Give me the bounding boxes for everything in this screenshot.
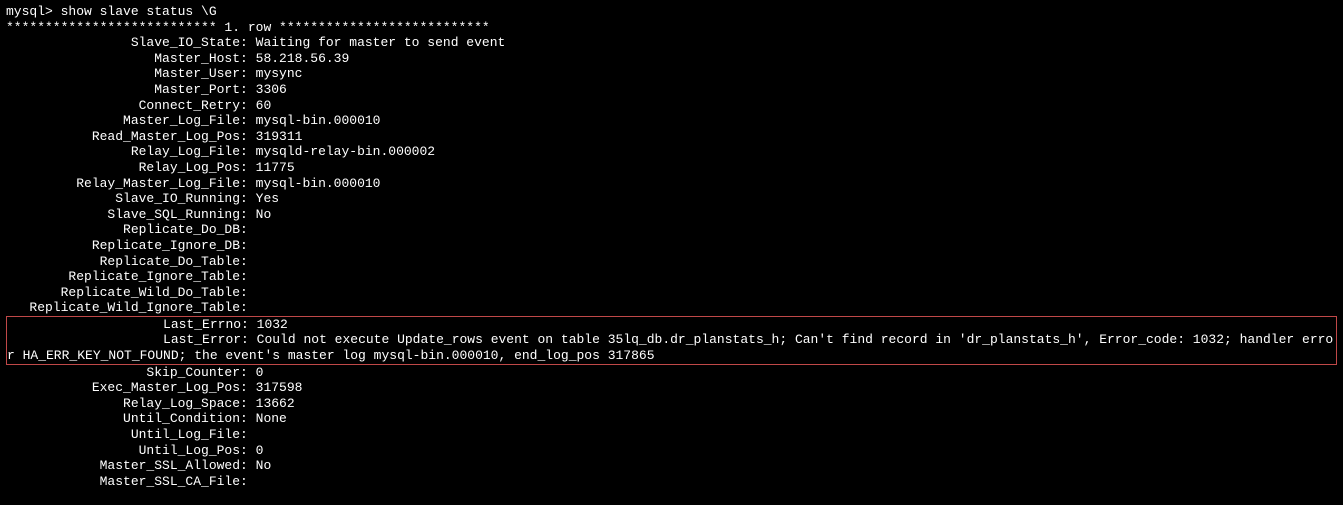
status-label: Master_Log_File <box>6 113 240 128</box>
status-row-replicate_do_db: Replicate_Do_DB: <box>6 222 1337 238</box>
status-label: Read_Master_Log_Pos <box>6 129 240 144</box>
status-label: Master_User <box>6 66 240 81</box>
mysql-prompt: mysql> show slave status \G <box>6 4 1337 20</box>
status-label: Master_SSL_CA_File <box>6 474 240 489</box>
status-row-last_errno: Last_Errno: 1032 <box>7 317 1336 333</box>
status-value: mysql-bin.000010 <box>256 113 381 128</box>
status-row-until_log_file: Until_Log_File: <box>6 427 1337 443</box>
status-label: Relay_Log_File <box>6 144 240 159</box>
status-row-replicate_ignore_table: Replicate_Ignore_Table: <box>6 269 1337 285</box>
status-value: 319311 <box>256 129 303 144</box>
status-label: Replicate_Do_DB <box>6 222 240 237</box>
status-row-relay_master_log_file: Relay_Master_Log_File: mysql-bin.000010 <box>6 176 1337 192</box>
status-value: 60 <box>256 98 272 113</box>
status-label: Replicate_Wild_Do_Table <box>6 285 240 300</box>
status-row-slave_io_state: Slave_IO_State: Waiting for master to se… <box>6 35 1337 51</box>
status-row-master_host: Master_Host: 58.218.56.39 <box>6 51 1337 67</box>
status-label: Relay_Master_Log_File <box>6 176 240 191</box>
status-value: 3306 <box>256 82 287 97</box>
status-label: Replicate_Wild_Ignore_Table <box>6 300 240 315</box>
status-row-relay_log_pos: Relay_Log_Pos: 11775 <box>6 160 1337 176</box>
status-label: Relay_Log_Space <box>6 396 240 411</box>
status-row-replicate_do_table: Replicate_Do_Table: <box>6 254 1337 270</box>
row-header: *************************** 1. row *****… <box>6 20 1337 36</box>
status-label: Replicate_Ignore_Table <box>6 269 240 284</box>
status-row-slave_io_running: Slave_IO_Running: Yes <box>6 191 1337 207</box>
status-label: Replicate_Do_Table <box>6 254 240 269</box>
status-row-skip_counter: Skip_Counter: 0 <box>6 365 1337 381</box>
status-row-until_log_pos: Until_Log_Pos: 0 <box>6 443 1337 459</box>
status-value: No <box>256 207 272 222</box>
status-row-relay_log_space: Relay_Log_Space: 13662 <box>6 396 1337 412</box>
status-label: Until_Log_Pos <box>6 443 240 458</box>
status-row-master_ssl_ca_file: Master_SSL_CA_File: <box>6 474 1337 490</box>
status-value: Waiting for master to send event <box>256 35 506 50</box>
status-row-replicate_wild_do_table: Replicate_Wild_Do_Table: <box>6 285 1337 301</box>
status-label: Until_Condition <box>6 411 240 426</box>
status-value: No <box>256 458 272 473</box>
status-row-master_log_file: Master_Log_File: mysql-bin.000010 <box>6 113 1337 129</box>
status-label: Master_Port <box>6 82 240 97</box>
status-label: Last_Error <box>7 332 241 347</box>
status-row-replicate_ignore_db: Replicate_Ignore_DB: <box>6 238 1337 254</box>
error-highlight: Last_Errno: 1032 Last_Error: Could not e… <box>6 316 1337 365</box>
status-row-master_user: Master_User: mysync <box>6 66 1337 82</box>
status-row-connect_retry: Connect_Retry: 60 <box>6 98 1337 114</box>
status-row-exec_master_log_pos: Exec_Master_Log_Pos: 317598 <box>6 380 1337 396</box>
status-label: Replicate_Ignore_DB <box>6 238 240 253</box>
status-label: Last_Errno <box>7 317 241 332</box>
status-value: mysqld-relay-bin.000002 <box>256 144 435 159</box>
status-label: Skip_Counter <box>6 365 240 380</box>
status-row-until_condition: Until_Condition: None <box>6 411 1337 427</box>
status-value: 317598 <box>256 380 303 395</box>
status-value: Yes <box>256 191 279 206</box>
status-label: Slave_IO_State <box>6 35 240 50</box>
status-value: 13662 <box>256 396 295 411</box>
status-value: mysql-bin.000010 <box>256 176 381 191</box>
status-row-relay_log_file: Relay_Log_File: mysqld-relay-bin.000002 <box>6 144 1337 160</box>
status-label: Master_SSL_Allowed <box>6 458 240 473</box>
status-label: Slave_SQL_Running <box>6 207 240 222</box>
status-label: Relay_Log_Pos <box>6 160 240 175</box>
status-value: 0 <box>256 365 264 380</box>
status-label: Master_Host <box>6 51 240 66</box>
status-label: Until_Log_File <box>6 427 240 442</box>
status-value: None <box>256 411 287 426</box>
status-row-last_error: Last_Error: Could not execute Update_row… <box>7 332 1336 363</box>
status-label: Exec_Master_Log_Pos <box>6 380 240 395</box>
status-label: Connect_Retry <box>6 98 240 113</box>
slave-status-output: Slave_IO_State: Waiting for master to se… <box>6 35 1337 489</box>
status-row-replicate_wild_ignore_table: Replicate_Wild_Ignore_Table: <box>6 300 1337 316</box>
status-value: 11775 <box>256 160 295 175</box>
status-row-master_port: Master_Port: 3306 <box>6 82 1337 98</box>
status-row-read_master_log_pos: Read_Master_Log_Pos: 319311 <box>6 129 1337 145</box>
status-value: mysync <box>256 66 303 81</box>
status-label: Slave_IO_Running <box>6 191 240 206</box>
status-row-slave_sql_running: Slave_SQL_Running: No <box>6 207 1337 223</box>
status-value: 1032 <box>257 317 288 332</box>
status-row-master_ssl_allowed: Master_SSL_Allowed: No <box>6 458 1337 474</box>
status-value: 0 <box>256 443 264 458</box>
status-value: 58.218.56.39 <box>256 51 350 66</box>
